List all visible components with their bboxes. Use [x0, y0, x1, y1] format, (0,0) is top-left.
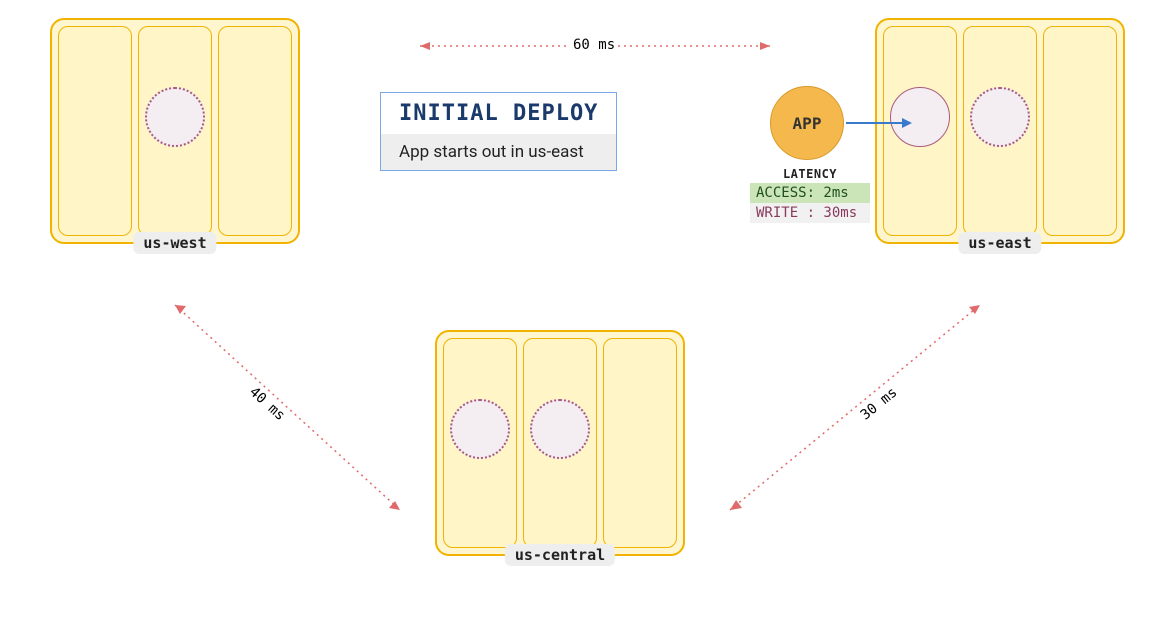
region-column — [218, 26, 292, 236]
app-node: APP — [770, 86, 844, 160]
arrowhead-icon — [389, 501, 400, 510]
arrowhead-icon — [969, 305, 980, 314]
latency-arrow-left — [175, 305, 400, 510]
arrowhead-icon — [730, 500, 742, 510]
region-label-central: us-central — [505, 544, 615, 566]
replica-node-icon — [530, 399, 590, 459]
region-us-west: us-west — [50, 18, 300, 244]
info-card: INITIAL DEPLOY App starts out in us-east — [380, 92, 617, 171]
region-column — [963, 26, 1037, 236]
region-column — [138, 26, 212, 236]
arrowhead-icon — [760, 42, 770, 50]
arrowhead-icon — [175, 305, 186, 314]
latency-arrow-right — [730, 305, 980, 510]
region-column — [443, 338, 517, 548]
info-subtitle: App starts out in us-east — [381, 134, 616, 170]
latency-header: LATENCY — [750, 165, 870, 183]
replica-node-icon — [450, 399, 510, 459]
region-us-east: us-east — [875, 18, 1125, 244]
latency-write: WRITE : 30ms — [750, 203, 870, 223]
latency-label-left: 40 ms — [244, 382, 290, 426]
latency-access: ACCESS: 2ms — [750, 183, 870, 203]
info-title: INITIAL DEPLOY — [381, 93, 616, 134]
region-label-west: us-west — [133, 232, 216, 254]
replica-leader-icon — [890, 87, 950, 147]
region-us-central: us-central — [435, 330, 685, 556]
replica-node-icon — [145, 87, 205, 147]
region-column — [603, 338, 677, 548]
arrowhead-icon — [420, 42, 430, 50]
latency-label-right: 30 ms — [855, 383, 902, 426]
replica-node-icon — [970, 87, 1030, 147]
app-label: APP — [793, 114, 822, 133]
region-column — [1043, 26, 1117, 236]
latency-panel: LATENCY ACCESS: 2ms WRITE : 30ms — [750, 165, 870, 223]
region-column — [523, 338, 597, 548]
region-column — [58, 26, 132, 236]
latency-label-top: 60 ms — [570, 37, 618, 53]
region-column — [883, 26, 957, 236]
region-label-east: us-east — [958, 232, 1041, 254]
